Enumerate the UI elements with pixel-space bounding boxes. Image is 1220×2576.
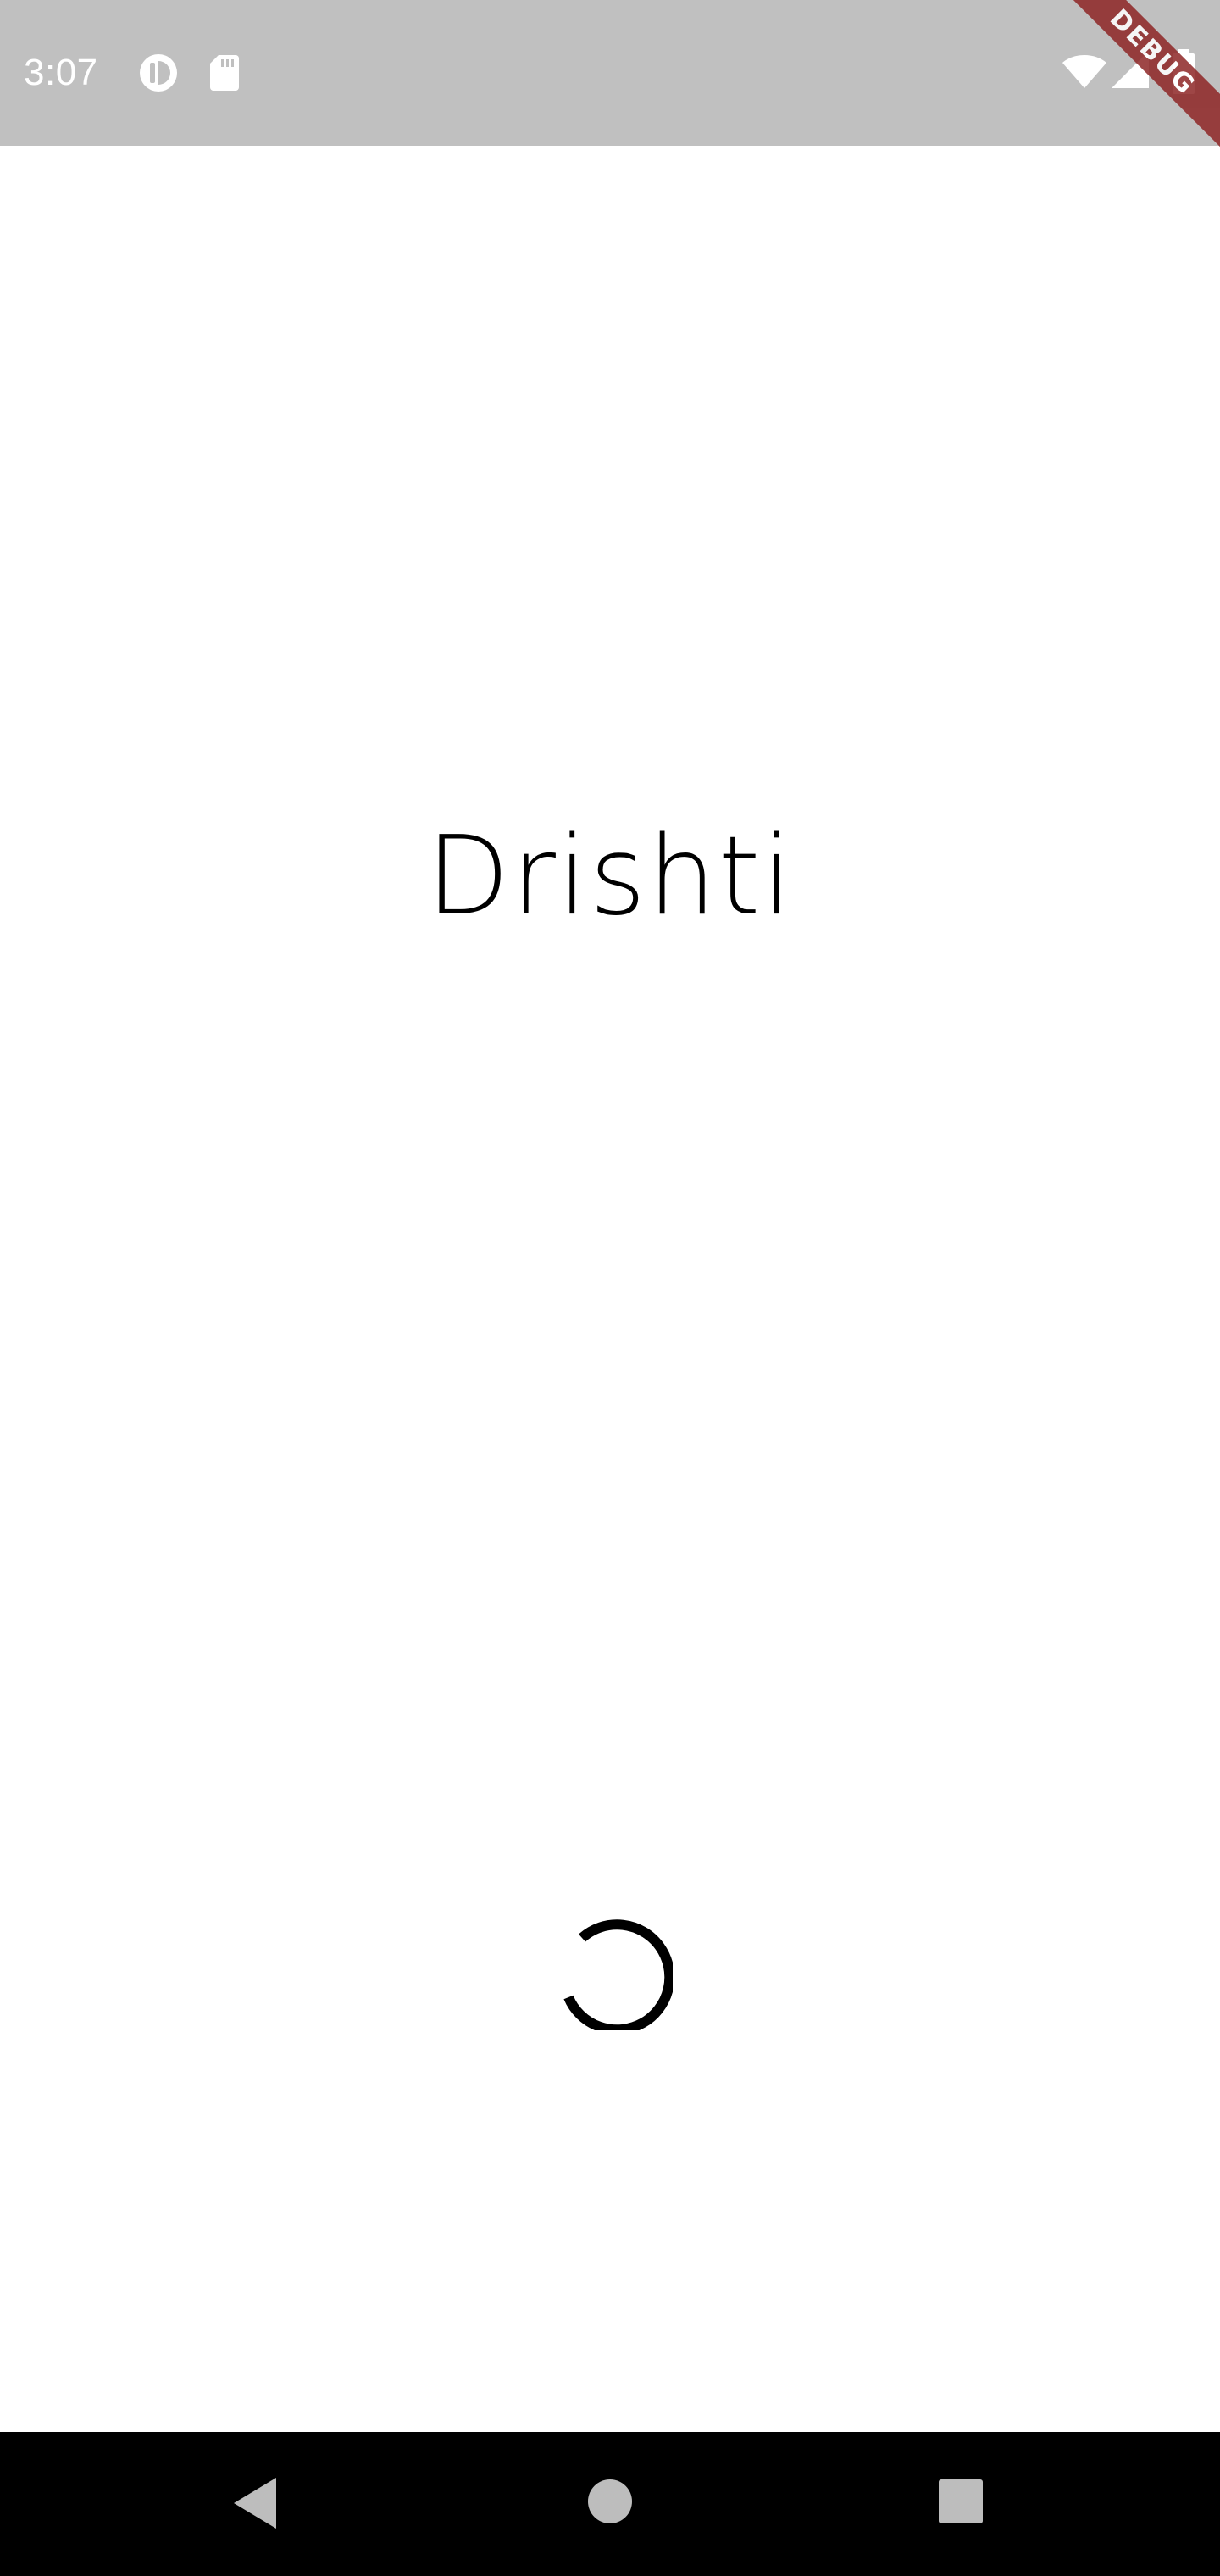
splash-screen: 3:07 DEBUG Drishti: [0, 0, 1220, 2576]
app-title: Drishti: [425, 813, 795, 940]
loading-spinner-icon: [563, 1919, 673, 2030]
home-icon[interactable]: [586, 2478, 634, 2525]
cell-signal-icon: [1112, 51, 1149, 88]
circle-half-icon: [140, 54, 177, 92]
sd-card-icon: [210, 55, 239, 91]
battery-icon: [1173, 49, 1195, 94]
recents-icon[interactable]: [937, 2478, 984, 2525]
status-bar: 3:07 DEBUG: [0, 0, 1220, 162]
back-icon[interactable]: [229, 2474, 283, 2532]
navigation-bar: [0, 2432, 1220, 2576]
status-time: 3:07: [24, 52, 98, 93]
wifi-icon: [1062, 55, 1106, 88]
